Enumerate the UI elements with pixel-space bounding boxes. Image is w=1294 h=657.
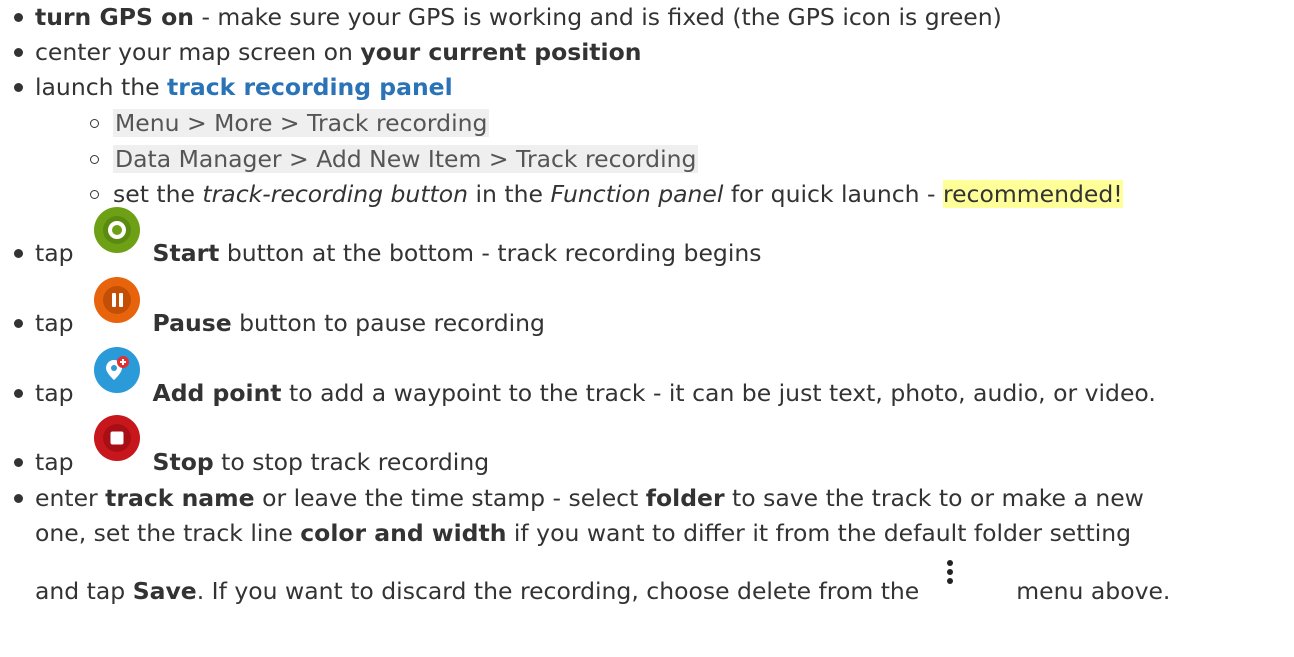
- add-point-icon: [93, 346, 141, 394]
- sub-item-text: set the track-recording button in the Fu…: [113, 177, 1123, 211]
- text: tap: [35, 448, 74, 476]
- bullet: [14, 458, 23, 467]
- bullet: [14, 13, 23, 22]
- bold-text: color and width: [300, 519, 507, 547]
- italic-text: Function panel: [550, 180, 724, 208]
- bullet: [14, 319, 23, 328]
- pause-record-icon: [93, 276, 141, 324]
- text: launch the: [35, 73, 168, 101]
- bold-text: track name: [105, 484, 255, 512]
- bullet: [14, 83, 23, 92]
- sub-item-text: Data Manager > Add New Item > Track reco…: [113, 142, 699, 176]
- list-item-text: and tap Save. If you want to discard the…: [35, 574, 1170, 608]
- text: button at the bottom - track recording b…: [219, 239, 762, 267]
- bold-text: Pause: [152, 309, 232, 337]
- text: tap: [35, 239, 74, 267]
- list-item-text: tap Add point to add a waypoint to the tr…: [35, 376, 1156, 410]
- list-item-text: one, set the track line color and width …: [35, 516, 1131, 550]
- sub-item-text: Menu > More > Track recording: [113, 106, 490, 140]
- text: - make sure your GPS is working and is f…: [193, 3, 1002, 31]
- text: tap: [35, 309, 74, 337]
- text: one, set the track line: [35, 519, 301, 547]
- data-manager-path-code: Data Manager > Add New Item > Track reco…: [113, 145, 699, 173]
- recommended-highlight: recommended!: [942, 180, 1123, 208]
- text: to save the track to or make a new: [724, 484, 1144, 512]
- track-recording-panel-link[interactable]: track recording panel: [167, 73, 453, 101]
- italic-text: track-recording button: [202, 180, 469, 208]
- text: center your map screen on: [35, 38, 361, 66]
- stop-record-icon: [93, 414, 141, 462]
- text: in the: [468, 180, 551, 208]
- more-vertical-icon: [946, 560, 954, 588]
- bold-text: your current position: [360, 38, 642, 66]
- bold-text: Save: [132, 577, 197, 605]
- text: for quick launch -: [723, 180, 943, 208]
- list-item-text: launch the track recording panel: [35, 70, 453, 104]
- list-item-text: tap Start button at the bottom - track re…: [35, 236, 762, 270]
- list-item-text: turn GPS on - make sure your GPS is work…: [35, 0, 1002, 34]
- circle-bullet: [90, 155, 99, 164]
- list-item-text: center your map screen on your current p…: [35, 35, 641, 69]
- circle-bullet: [90, 119, 99, 128]
- text: . If you want to discard the recording, …: [196, 577, 920, 605]
- text: and tap: [35, 577, 133, 605]
- menu-path-code: Menu > More > Track recording: [113, 109, 490, 137]
- bold-text: turn GPS on: [35, 3, 194, 31]
- bold-text: Stop: [152, 448, 214, 476]
- text: to stop track recording: [213, 448, 490, 476]
- text: menu above.: [1016, 577, 1171, 605]
- text: to add a waypoint to the track - it can …: [281, 379, 1156, 407]
- circle-bullet: [90, 190, 99, 199]
- bullet: [14, 389, 23, 398]
- text: button to pause recording: [231, 309, 545, 337]
- bullet: [14, 48, 23, 57]
- text: enter: [35, 484, 106, 512]
- bold-text: Add point: [152, 379, 282, 407]
- bullet: [14, 494, 23, 503]
- list-item-text: enter track name or leave the time stamp…: [35, 481, 1144, 515]
- bold-text: Start: [152, 239, 220, 267]
- text: or leave the time stamp - select: [254, 484, 646, 512]
- text: if you want to differ it from the defaul…: [506, 519, 1132, 547]
- start-record-icon: [93, 206, 141, 254]
- text: tap: [35, 379, 74, 407]
- bold-text: folder: [645, 484, 725, 512]
- bullet: [14, 249, 23, 258]
- text: set the: [113, 180, 203, 208]
